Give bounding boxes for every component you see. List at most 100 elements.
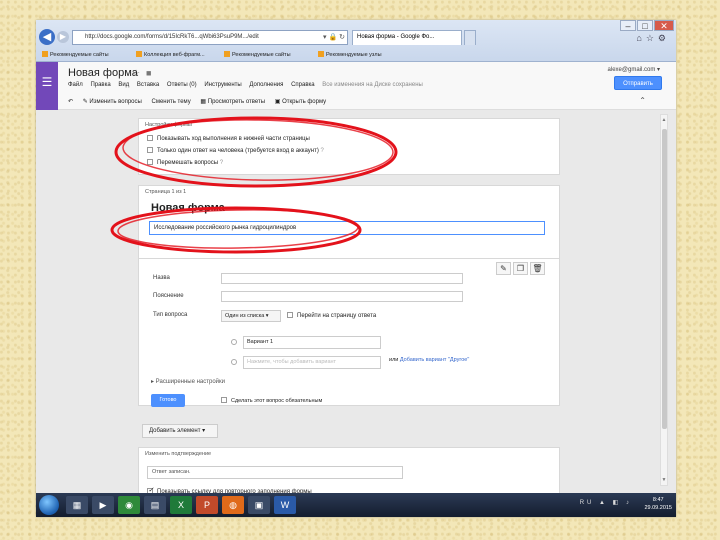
edit-questions-button[interactable]: ✎ Изменить вопросы <box>83 99 142 105</box>
trash-icon[interactable]: 🗑 <box>530 262 545 275</box>
address-bar[interactable]: http://docs.google.com/forms/d/15IcRkT6.… <box>72 30 348 45</box>
question-title-label: Назва <box>153 275 170 281</box>
menu-help[interactable]: Справка <box>291 82 315 88</box>
tab-active[interactable]: Новая форма - Google Фо... <box>352 30 462 45</box>
tab-new[interactable] <box>464 30 476 45</box>
confirmation-input[interactable]: Ответ записан. <box>147 466 403 479</box>
favorite-item[interactable]: Рекомендуемые сайты <box>224 48 291 62</box>
forms-menu-icon[interactable]: ☰ <box>36 62 58 110</box>
powerpoint-icon[interactable]: P <box>196 496 218 514</box>
maximize-icon[interactable]: □ <box>637 20 653 31</box>
radio-option <box>231 339 237 345</box>
checkbox[interactable] <box>287 312 293 318</box>
tab-active-label: Новая форма - Google Фо... <box>357 34 435 40</box>
checkbox[interactable] <box>147 135 153 141</box>
scrollbar[interactable]: ▲ ▼ <box>660 114 668 486</box>
question-title-input[interactable] <box>221 273 463 284</box>
settings-option[interactable]: Перемешать вопросы ? <box>147 159 223 166</box>
required-toggle[interactable]: Сделать этот вопрос обязательным <box>221 397 322 404</box>
question-type-select[interactable]: Один из списка ▾ <box>221 310 281 322</box>
scroll-down-icon[interactable]: ▼ <box>661 477 667 483</box>
option-input[interactable]: Вариант 1 <box>243 336 381 349</box>
page-indicator: Страница 1 из 1 <box>145 189 187 195</box>
back-arrow-icon[interactable]: ◀ <box>39 29 55 45</box>
skype-icon[interactable]: ◉ <box>118 496 140 514</box>
account-email[interactable]: alexe@gmail.com ▾ <box>608 66 660 73</box>
favorite-item[interactable]: Рекомендуемые узлы <box>318 48 382 62</box>
window-controls: – □ ✕ <box>620 20 674 31</box>
folder-icon[interactable]: ■ <box>146 68 151 78</box>
taskbar: ▦ ▶ ◉ ▤ X P ◍ ▣ W RU ▲ ◧ ♪ 8:47 29.09.20… <box>36 493 676 517</box>
add-other-link[interactable]: Добавить вариант "Другое" <box>400 357 469 363</box>
send-button[interactable]: Отправить <box>614 76 662 90</box>
browser-chrome: – □ ✕ ◀ ▶ http://docs.google.com/forms/d… <box>36 20 676 62</box>
refresh-icon[interactable]: ▾ 🔒 ↻ <box>323 31 345 44</box>
windows-start-icon[interactable] <box>39 495 59 515</box>
checkbox[interactable] <box>221 397 227 403</box>
help-icon[interactable]: ? <box>320 148 323 154</box>
duplicate-icon[interactable]: ❐ <box>513 262 528 275</box>
question-type-label: Тип вопроса <box>153 312 188 318</box>
file-explorer-icon[interactable]: ▦ <box>66 496 88 514</box>
forward-arrow-icon[interactable]: ▶ <box>57 31 69 43</box>
favorite-item[interactable]: Коллекция веб-фрагм... <box>136 48 205 62</box>
star-icon[interactable]: ☆ <box>132 68 140 79</box>
word-icon[interactable]: W <box>274 496 296 514</box>
menu-bar: Файл Правка Вид Вставка Ответы (0) Инстр… <box>68 82 429 88</box>
address-text: http://docs.google.com/forms/d/15IcRkT6.… <box>85 34 259 40</box>
menu-file[interactable]: Файл <box>68 82 83 88</box>
done-button[interactable]: Готово <box>151 394 185 407</box>
checkbox[interactable] <box>147 147 153 153</box>
clock[interactable]: 8:47 29.09.2015 <box>644 496 672 512</box>
add-element-button[interactable]: Добавить элемент ▾ <box>142 424 218 438</box>
view-responses-button[interactable]: ▦ Просмотреть ответы <box>200 99 265 105</box>
system-tray[interactable]: RU ▲ ◧ ♪ <box>580 499 632 506</box>
question-help-input[interactable] <box>221 291 463 302</box>
settings-option[interactable]: Показывать ход выполнения в нижней части… <box>147 135 310 142</box>
settings-option[interactable]: Только один ответ на человека (требуется… <box>147 147 324 154</box>
question-editor-card: ✎ ❐ 🗑 Назва Пояснение Тип вопроса Один и… <box>138 258 560 407</box>
menu-edit[interactable]: Правка <box>90 82 110 88</box>
menu-insert[interactable]: Вставка <box>137 82 159 88</box>
home-star-gear-icon[interactable]: ⌂☆⚙ <box>636 33 670 44</box>
saved-status: Все изменения на Диске сохранены <box>322 82 423 88</box>
goto-page-option[interactable]: Перейти на страницу ответа <box>287 312 376 319</box>
undo-icon[interactable]: ↶ <box>68 99 73 105</box>
firefox-icon[interactable]: ◍ <box>222 496 244 514</box>
favorite-item[interactable]: Рекомендуемые сайты <box>42 48 109 62</box>
collapse-icon[interactable]: ⌃ <box>639 96 646 105</box>
screen: – □ ✕ ◀ ▶ http://docs.google.com/forms/d… <box>36 20 676 517</box>
scroll-thumb[interactable] <box>662 129 667 429</box>
form-settings-label: Настройки формы <box>145 122 192 128</box>
confirmation-label: Изменить подтверждение <box>145 451 212 457</box>
close-icon[interactable]: ✕ <box>654 20 674 31</box>
excel-icon[interactable]: X <box>170 496 192 514</box>
menu-responses[interactable]: Ответы (0) <box>167 82 197 88</box>
question-help-label: Пояснение <box>153 293 184 299</box>
form-settings-card: Настройки формы Показывать ход выполнени… <box>138 118 560 175</box>
page-title[interactable]: Новая форма <box>151 202 225 214</box>
checkbox[interactable] <box>147 159 153 165</box>
minimize-icon[interactable]: – <box>620 20 636 31</box>
form-toolbar: ↶ ✎ Изменить вопросы Сменить тему ▦ Прос… <box>68 98 334 105</box>
forms-header: ☰ Новая форма ☆ ■ Файл Правка Вид Вставк… <box>36 62 676 110</box>
media-player-icon[interactable]: ▶ <box>92 496 114 514</box>
form-title[interactable]: Новая форма <box>68 67 138 79</box>
menu-addons[interactable]: Дополнения <box>249 82 283 88</box>
menu-tools[interactable]: Инструменты <box>204 82 241 88</box>
folder-taskbar-icon[interactable]: ▤ <box>144 496 166 514</box>
pencil-icon[interactable]: ✎ <box>496 262 511 275</box>
add-option-input[interactable]: Нажмите, чтобы добавить вариант <box>243 356 381 369</box>
scroll-up-icon[interactable]: ▲ <box>661 117 667 123</box>
favorites-bar: Рекомендуемые сайты Коллекция веб-фрагм.… <box>36 48 676 62</box>
add-other-option: или Добавить вариант "Другое" <box>389 357 470 363</box>
open-form-button[interactable]: ▣ Открыть форму <box>275 99 326 105</box>
radio-option <box>231 359 237 365</box>
form-description-input[interactable]: Исследование российского рынка гидроцили… <box>149 221 545 235</box>
help-icon[interactable]: ? <box>220 160 223 166</box>
explorer-taskbar-icon[interactable]: ▣ <box>248 496 270 514</box>
advanced-settings-toggle[interactable]: ▸ Расширенные настройки <box>151 378 225 385</box>
menu-view[interactable]: Вид <box>118 82 129 88</box>
change-theme-button[interactable]: Сменить тему <box>152 99 191 105</box>
page-header-card: Страница 1 из 1 Новая форма Исследование… <box>138 185 560 267</box>
